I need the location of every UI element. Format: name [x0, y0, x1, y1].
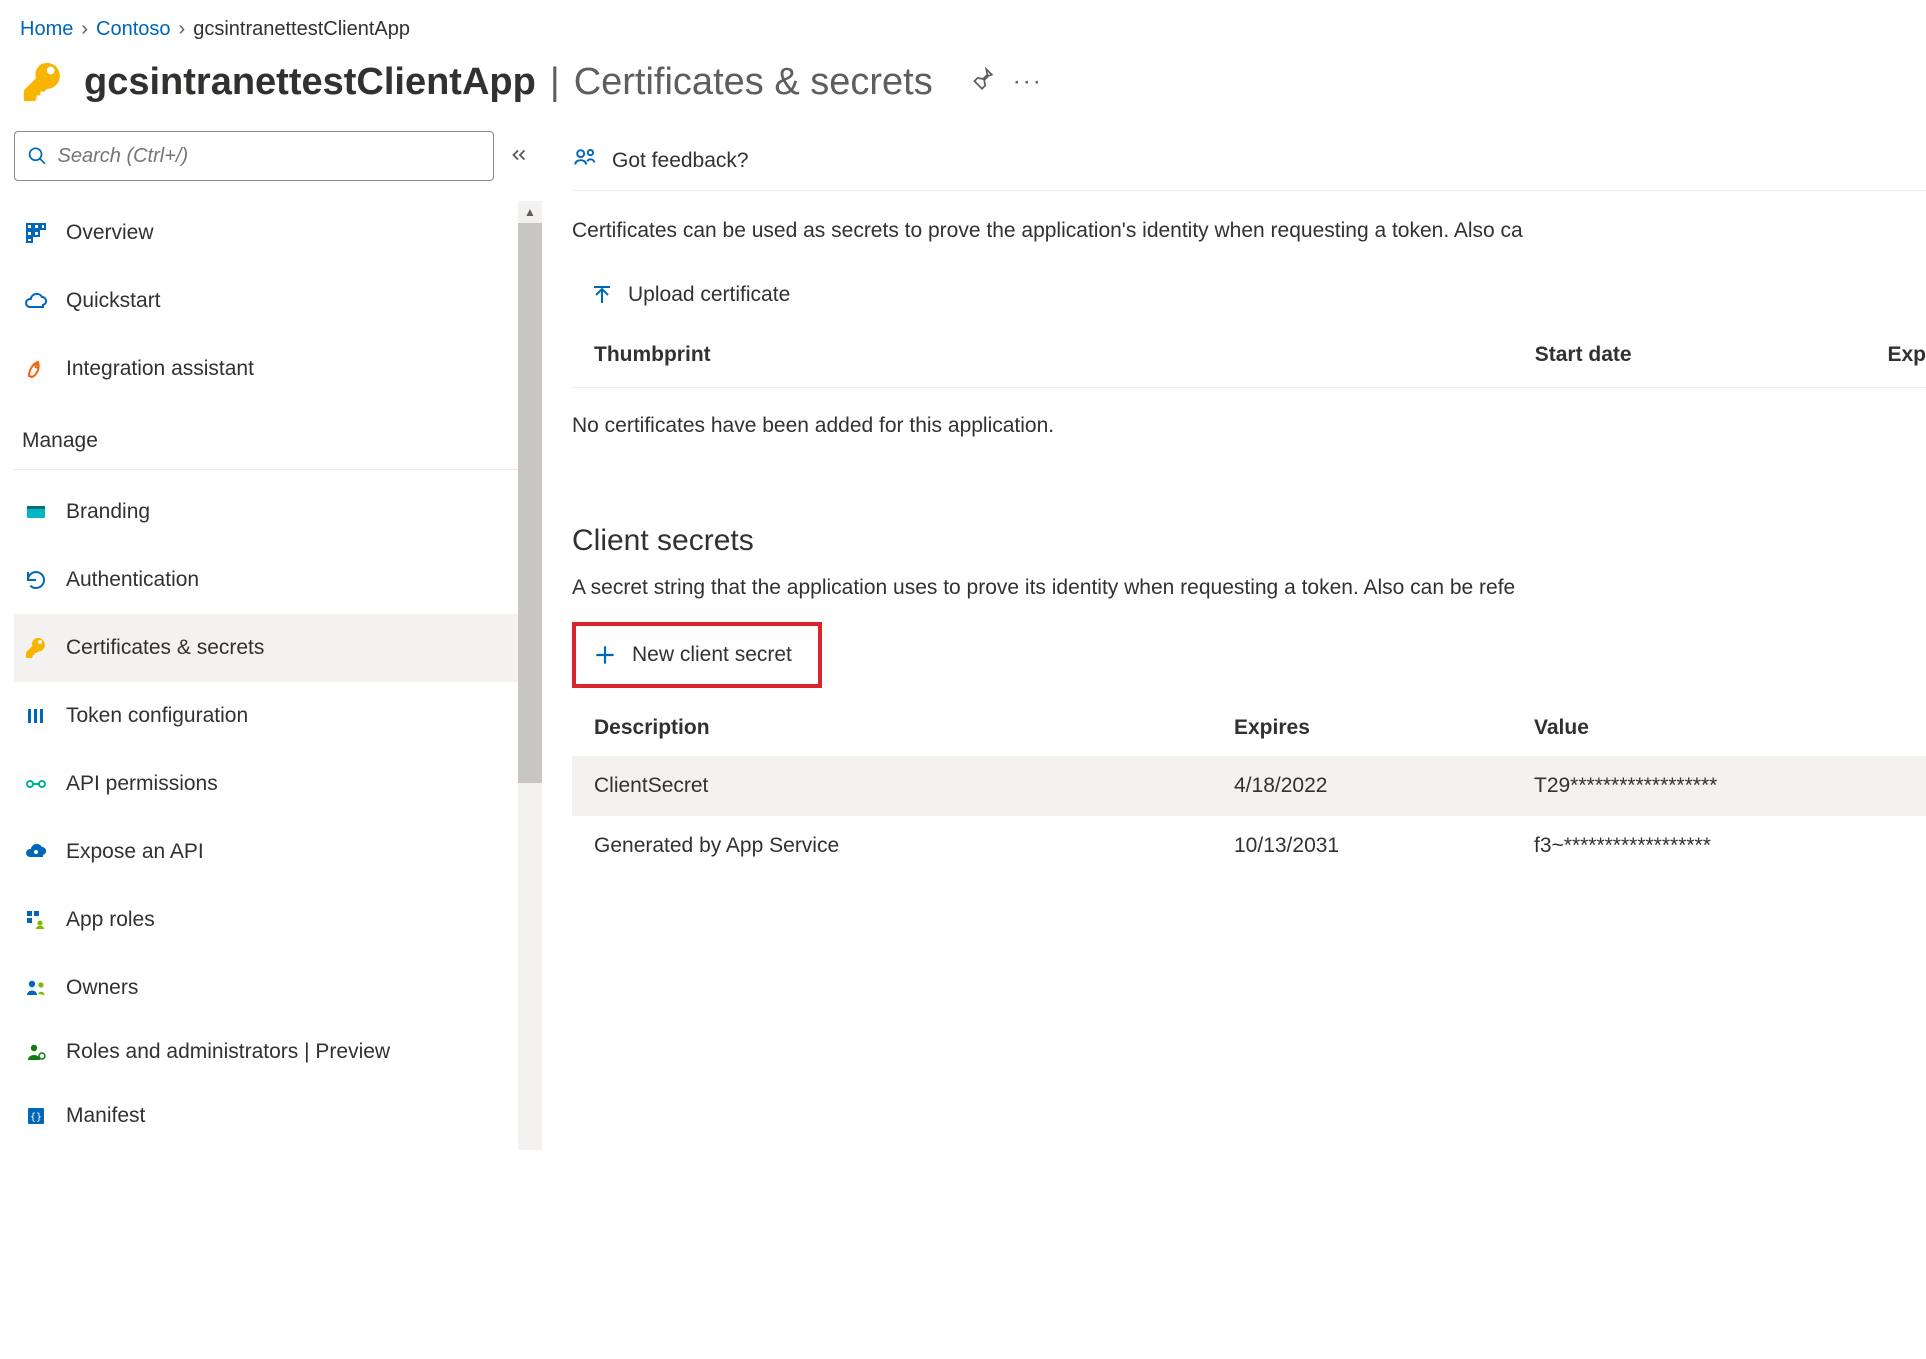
page-subtitle: Certificates & secrets	[574, 61, 933, 104]
main-content: Got feedback? Certificates can be used a…	[532, 131, 1926, 1150]
nav-item-label: Quickstart	[66, 289, 161, 313]
new-client-secret-label: New client secret	[632, 643, 792, 667]
nav-item-app-roles[interactable]: App roles	[14, 886, 534, 954]
search-box[interactable]	[14, 131, 494, 181]
sidebar-scrollbar[interactable]: ▲	[518, 201, 542, 1150]
nav-item-label: Overview	[66, 221, 154, 245]
people-icon	[22, 976, 50, 1000]
nav-item-token-configuration[interactable]: Token configuration	[14, 682, 534, 750]
arrow-circle-icon	[22, 568, 50, 592]
sidebar: OverviewQuickstartIntegration assistant …	[0, 131, 532, 1150]
upload-certificate-button[interactable]: Upload certificate	[572, 273, 800, 317]
nav-item-api-permissions[interactable]: API permissions	[14, 750, 534, 818]
nav-item-label: Manifest	[66, 1104, 145, 1128]
page-title-text: gcsintranettestClientApp	[84, 61, 536, 104]
secret-value: f3~******************	[1534, 834, 1926, 858]
nav-item-manifest[interactable]: {} Manifest	[14, 1082, 534, 1150]
client-secrets-heading: Client secrets	[572, 488, 1926, 576]
key-icon	[20, 59, 66, 105]
secret-expires: 10/13/2031	[1234, 834, 1534, 858]
certificates-table-header: Thumbprint Start date Exp	[572, 321, 1926, 388]
pin-button[interactable]	[969, 66, 995, 99]
plus-icon	[592, 642, 618, 668]
col-description: Description	[594, 716, 1234, 740]
nav-item-label: Integration assistant	[66, 357, 254, 381]
secrets-table-header: Description Expires Value	[572, 696, 1926, 756]
breadcrumb: Home › Contoso › gcsintranettestClientAp…	[0, 0, 1926, 53]
more-button[interactable]: ···	[1013, 68, 1043, 96]
nav-item-label: Authentication	[66, 568, 199, 592]
cloud-icon	[22, 289, 50, 313]
secret-expires: 4/18/2022	[1234, 774, 1534, 798]
collapse-sidebar-button[interactable]	[508, 144, 530, 169]
api-perm-icon	[22, 772, 50, 796]
feedback-button[interactable]: Got feedback?	[572, 131, 1926, 191]
breadcrumb-current[interactable]: gcsintranettestClientApp	[193, 18, 410, 41]
grid-icon	[22, 221, 50, 245]
search-icon	[27, 145, 48, 167]
manifest-icon: {}	[22, 1104, 50, 1128]
grid-users-icon	[22, 908, 50, 932]
nav-item-label: Branding	[66, 500, 150, 524]
nav-item-overview[interactable]: Overview	[14, 199, 534, 267]
breadcrumb-home[interactable]: Home	[20, 18, 73, 41]
upload-icon	[590, 283, 614, 307]
breadcrumb-level1[interactable]: Contoso	[96, 18, 171, 41]
secret-value: T29******************	[1534, 774, 1926, 798]
secret-description: Generated by App Service	[594, 834, 1234, 858]
nav-item-expose-an-api[interactable]: Expose an API	[14, 818, 534, 886]
nav-item-label: Expose an API	[66, 840, 204, 864]
nav-item-roles-and-administrators-preview[interactable]: Roles and administrators | Preview	[14, 1022, 534, 1082]
certificates-intro: Certificates can be used as secrets to p…	[572, 191, 1926, 273]
nav-item-label: Token configuration	[66, 704, 248, 728]
nav-section-manage: Manage	[14, 403, 524, 470]
page-title: gcsintranettestClientApp | Certificates …	[84, 61, 933, 104]
nav-item-authentication[interactable]: Authentication	[14, 546, 534, 614]
nav-item-branding[interactable]: Branding	[14, 478, 534, 546]
rocket-icon	[22, 357, 50, 381]
nav-item-label: App roles	[66, 908, 155, 932]
no-certificates-message: No certificates have been added for this…	[572, 388, 1926, 488]
scroll-up-arrow-icon[interactable]: ▲	[518, 201, 542, 223]
chevron-right-icon: ›	[179, 18, 186, 41]
client-secrets-description: A secret string that the application use…	[572, 576, 1926, 622]
nav-item-quickstart[interactable]: Quickstart	[14, 267, 534, 335]
nav-item-label: Certificates & secrets	[66, 636, 264, 660]
col-thumbprint: Thumbprint	[594, 343, 1535, 367]
nav-item-certificates-secrets[interactable]: Certificates & secrets	[14, 614, 534, 682]
page-header: gcsintranettestClientApp | Certificates …	[0, 53, 1926, 131]
nav-item-label: Owners	[66, 976, 138, 1000]
nav-item-label: Roles and administrators | Preview	[66, 1038, 390, 1066]
secrets-table-row[interactable]: Generated by App Service10/13/2031f3~***…	[572, 816, 1926, 876]
card-icon	[22, 500, 50, 524]
secret-description: ClientSecret	[594, 774, 1234, 798]
secrets-table-row[interactable]: ClientSecret4/18/2022T29****************…	[572, 756, 1926, 816]
bars-icon	[22, 704, 50, 728]
col-secret-value: Value	[1534, 716, 1926, 740]
upload-certificate-label: Upload certificate	[628, 283, 790, 307]
nav-item-owners[interactable]: Owners	[14, 954, 534, 1022]
chevron-double-left-icon	[508, 144, 530, 166]
col-start-date: Start date	[1535, 343, 1888, 367]
admin-icon	[22, 1040, 50, 1064]
new-client-secret-button[interactable]: New client secret	[578, 628, 816, 682]
cloud-api-icon	[22, 840, 50, 864]
sidebar-scrollbar-thumb[interactable]	[518, 223, 542, 783]
col-expires: Exp	[1887, 343, 1926, 367]
nav-item-label: API permissions	[66, 772, 218, 796]
new-client-secret-highlight: New client secret	[572, 622, 822, 688]
chevron-right-icon: ›	[81, 18, 88, 41]
col-secret-expires: Expires	[1234, 716, 1534, 740]
search-input[interactable]	[58, 145, 481, 168]
feedback-icon	[572, 145, 598, 177]
key-icon	[22, 636, 50, 660]
svg-text:{}: {}	[30, 1112, 42, 1123]
nav-item-integration-assistant[interactable]: Integration assistant	[14, 335, 534, 403]
feedback-label: Got feedback?	[612, 149, 749, 173]
